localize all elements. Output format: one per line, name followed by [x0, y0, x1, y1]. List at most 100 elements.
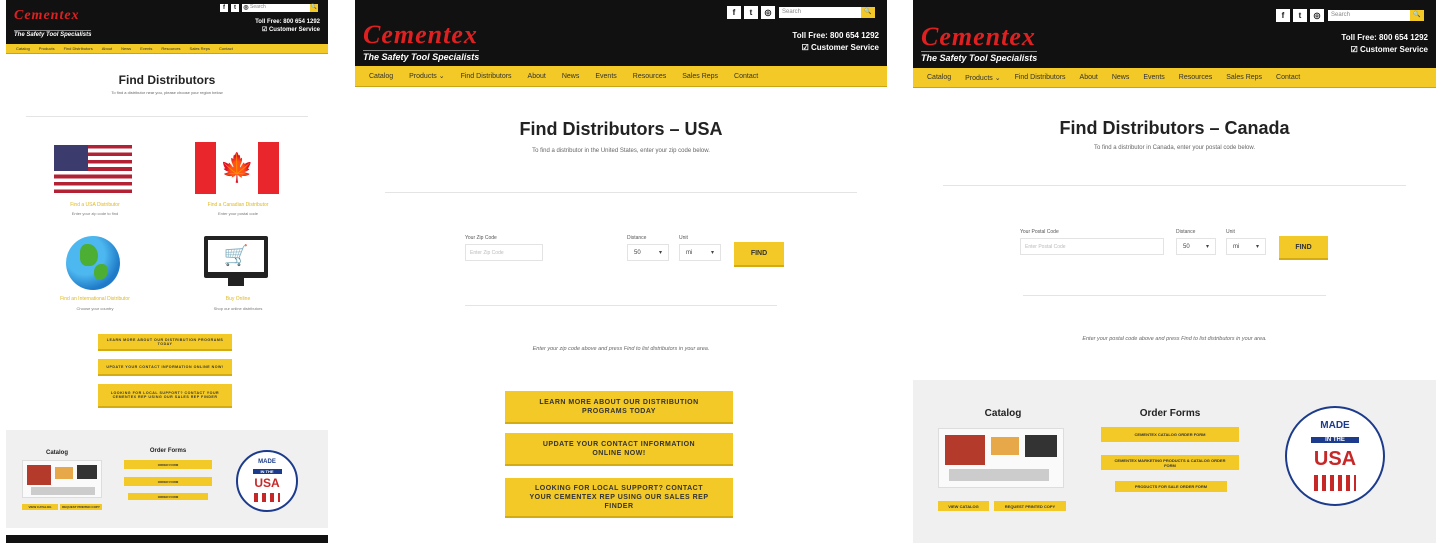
unit-label: Unit	[679, 235, 688, 241]
nav-item-about[interactable]: About	[102, 46, 112, 51]
nav-item-events[interactable]: Events	[140, 46, 152, 51]
nav-item-resources[interactable]: Resources	[161, 46, 180, 51]
nav-item-sales-reps[interactable]: Sales Reps	[190, 46, 210, 51]
nav-item-events[interactable]: Events	[595, 73, 616, 80]
view-catalog-button[interactable]: View Catalog	[22, 504, 58, 510]
nav-item-events[interactable]: Events	[1143, 74, 1164, 81]
nav-item-catalog[interactable]: Catalog	[16, 46, 30, 51]
nav-item-sales-reps[interactable]: Sales Reps	[1226, 74, 1262, 81]
customer-service-link[interactable]: ☑ Customer Service	[1341, 44, 1428, 56]
nav-item-about[interactable]: About	[528, 73, 546, 80]
search-button[interactable]: 🔍	[1410, 10, 1424, 21]
catalog-image[interactable]	[22, 460, 102, 498]
unit-value: mi	[686, 249, 693, 256]
shopping-cart-monitor-icon[interactable]: 🛒	[204, 236, 268, 278]
order-form-button-2[interactable]: Cementex Marketing Products & Catalog Or…	[1101, 455, 1239, 470]
canada-distributor-link[interactable]: Find a Canadian Distributor	[178, 202, 298, 208]
search-input[interactable]: Search	[250, 4, 310, 12]
order-form-button-3[interactable]: Products for Sale Order Form	[1115, 481, 1227, 492]
cta-sales-rep-finder[interactable]: Looking for local support? Contact your …	[505, 478, 733, 518]
nav-item-products[interactable]: Products ⌄	[965, 74, 1000, 82]
header-search: Search 🔍	[1328, 10, 1424, 21]
maple-leaf-icon: 🍁	[219, 152, 255, 183]
order-form-button-2[interactable]: Order Form	[124, 477, 212, 486]
monitor-stand	[228, 278, 244, 286]
distance-label: Distance	[1176, 229, 1196, 235]
order-forms-heading: Order Forms	[149, 448, 187, 454]
buy-online-link[interactable]: Buy Online	[178, 296, 298, 302]
nav-item-news[interactable]: News	[562, 73, 580, 80]
twitter-icon[interactable]: t	[1293, 9, 1307, 22]
site-footer	[6, 535, 328, 543]
catalog-heading: Catalog	[984, 408, 1022, 419]
usa-distributor-link[interactable]: Find a USA Distributor	[36, 202, 154, 208]
nav-item-resources[interactable]: Resources	[633, 73, 666, 80]
distance-value: 50	[1183, 243, 1190, 250]
order-forms-heading: Order Forms	[1139, 408, 1201, 419]
nav-item-products[interactable]: Products ⌄	[409, 72, 444, 80]
order-form-button-3[interactable]: Order Form	[128, 493, 208, 500]
request-catalog-button[interactable]: Request Printed Copy	[994, 501, 1066, 511]
usa-flag-link[interactable]	[54, 145, 132, 193]
instagram-icon[interactable]: ◎	[761, 6, 775, 19]
postal-code-input[interactable]: Enter Postal Code	[1020, 238, 1164, 255]
search-button[interactable]: 🔍	[310, 4, 318, 12]
unit-select[interactable]: mi ▾	[679, 244, 721, 261]
twitter-icon[interactable]: t	[744, 6, 758, 19]
twitter-icon[interactable]: t	[231, 4, 239, 12]
canada-flag-link[interactable]: 🍁	[195, 142, 279, 194]
customer-service-link[interactable]: ☑ Customer Service	[792, 42, 879, 54]
cta-distribution-programs[interactable]: Learn more about our distribution progra…	[98, 334, 232, 351]
cta-update-contact[interactable]: Update your contact information online n…	[505, 433, 733, 466]
facebook-icon[interactable]: f	[727, 6, 741, 19]
seal-in-the-text: IN THE	[252, 469, 282, 475]
order-form-button-1[interactable]: Order Form	[124, 460, 212, 469]
unit-select[interactable]: mi ▾	[1226, 238, 1266, 255]
catalog-order-band: Catalog View Catalog Request Printed Cop…	[6, 430, 328, 528]
zip-code-input[interactable]: Enter Zip Code	[465, 244, 543, 261]
nav-item-contact[interactable]: Contact	[734, 73, 758, 80]
nav-item-products[interactable]: Products	[39, 46, 55, 51]
facebook-icon[interactable]: f	[1276, 9, 1290, 22]
brand-logo[interactable]: Cementex	[363, 20, 478, 50]
nav-item-contact[interactable]: Contact	[219, 46, 233, 51]
globe-icon[interactable]	[66, 236, 120, 290]
nav-item-catalog[interactable]: Catalog	[927, 74, 951, 81]
customer-service-link[interactable]: ☑ Customer Service	[255, 26, 320, 34]
distance-select[interactable]: 50 ▾	[1176, 238, 1216, 255]
search-button[interactable]: 🔍	[861, 7, 875, 18]
nav-item-about[interactable]: About	[1080, 74, 1098, 81]
facebook-icon[interactable]: f	[220, 4, 228, 12]
catalog-heading: Catalog	[46, 450, 69, 456]
international-distributor-link[interactable]: Find an International Distributor	[36, 296, 154, 302]
find-button[interactable]: FIND	[734, 242, 784, 267]
nav-item-contact[interactable]: Contact	[1276, 74, 1300, 81]
brand-logo[interactable]: Cementex	[14, 8, 80, 24]
instagram-icon[interactable]: ◎	[1310, 9, 1324, 22]
chevron-down-icon: ▾	[1255, 244, 1259, 250]
nav-item-find-distributors[interactable]: Find Distributors	[64, 46, 93, 51]
made-in-usa-seal: MADE IN THE USA	[1285, 406, 1385, 506]
nav-item-resources[interactable]: Resources	[1179, 74, 1212, 81]
find-button[interactable]: FIND	[1279, 236, 1328, 260]
nav-item-catalog[interactable]: Catalog	[369, 73, 393, 80]
nav-item-news[interactable]: News	[121, 46, 131, 51]
search-input[interactable]: Search	[1328, 10, 1410, 21]
view-catalog-button[interactable]: View Catalog	[938, 501, 989, 511]
order-form-button-1[interactable]: Cementex Catalog Order Form	[1101, 427, 1239, 442]
cta-sales-rep-finder[interactable]: Looking for local support? Contact your …	[98, 384, 232, 408]
nav-item-sales-reps[interactable]: Sales Reps	[682, 73, 718, 80]
cta-update-contact[interactable]: Update your contact information online n…	[98, 359, 232, 376]
nav-item-find-distributors[interactable]: Find Distributors	[461, 73, 512, 80]
search-input[interactable]: Search	[779, 7, 861, 18]
cta-distribution-programs[interactable]: Learn more about our distribution progra…	[505, 391, 733, 424]
nav-item-news[interactable]: News	[1112, 74, 1130, 81]
instagram-icon[interactable]: ◎	[242, 4, 250, 12]
catalog-image[interactable]	[938, 428, 1064, 488]
distance-select[interactable]: 50 ▾	[627, 244, 669, 261]
request-catalog-button[interactable]: Request Printed Copy	[60, 504, 102, 510]
seal-in-the-text: IN THE	[1311, 436, 1359, 443]
brand-logo[interactable]: Cementex	[921, 22, 1036, 52]
made-in-usa-seal: MADE IN THE USA	[236, 450, 298, 512]
nav-item-find-distributors[interactable]: Find Distributors	[1015, 74, 1066, 81]
